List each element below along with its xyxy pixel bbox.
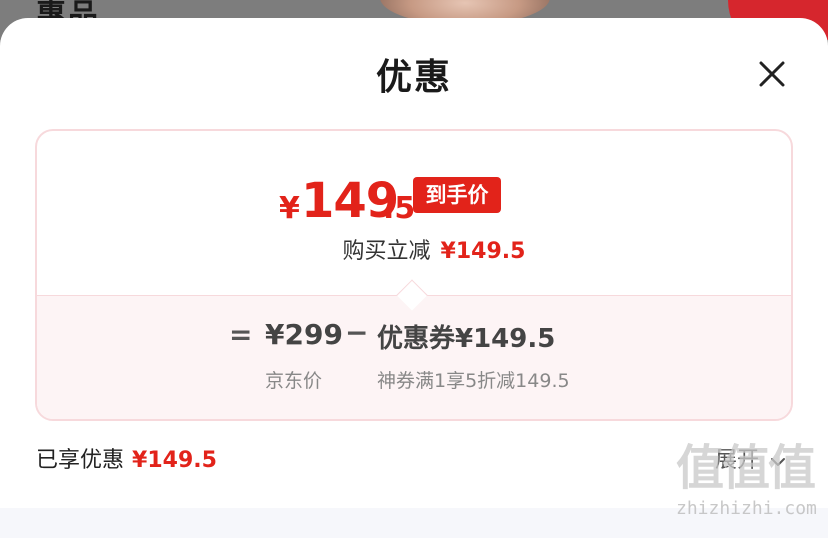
enjoyed-discount-row: 已享优惠 ¥149.5 [36,442,217,474]
price-breakdown: = ¥299 − 优惠券¥149.5 京东价 神券满1享5折减149.5 [37,279,791,419]
close-button[interactable] [752,54,792,94]
final-price-decimal: .5 [383,191,416,226]
original-price: ¥299 [265,318,343,351]
close-icon [759,61,785,87]
final-price-row: ¥ 149 .5 到手价 [37,173,791,233]
final-price-currency: ¥ [279,191,300,226]
coupon-caption: 神券满1享5折减149.5 [377,370,570,392]
enjoyed-discount-label: 已享优惠 [36,448,125,473]
bottom-strip [0,508,828,538]
expand-label: 展开 [715,448,760,473]
chevron-down-icon [770,449,786,474]
expand-button[interactable]: 展开 [715,442,786,474]
instant-discount-label: 购买立减 [342,239,431,264]
minus-sign: − [345,316,369,349]
equals-sign: = [229,318,253,351]
instant-discount-row: 购买立减 ¥149.5 [37,233,791,265]
sheet-title: 优惠 [375,57,452,98]
enjoyed-discount-amount: ¥149.5 [132,448,217,473]
final-price-badge: 到手价 [413,177,501,213]
price-card: ¥ 149 .5 到手价 购买立减 ¥149.5 = ¥299 − 优惠券¥149… [35,129,793,421]
coupon-amount: 优惠券¥149.5 [377,324,556,354]
original-price-caption: 京东价 [265,370,323,392]
breakdown-notch [396,279,428,311]
discount-bottom-sheet: 优惠 ¥ 149 .5 到手价 购买立减 ¥149.5 = ¥299 − 优惠券¥… [0,18,828,538]
instant-discount-amount: ¥149.5 [440,239,526,264]
